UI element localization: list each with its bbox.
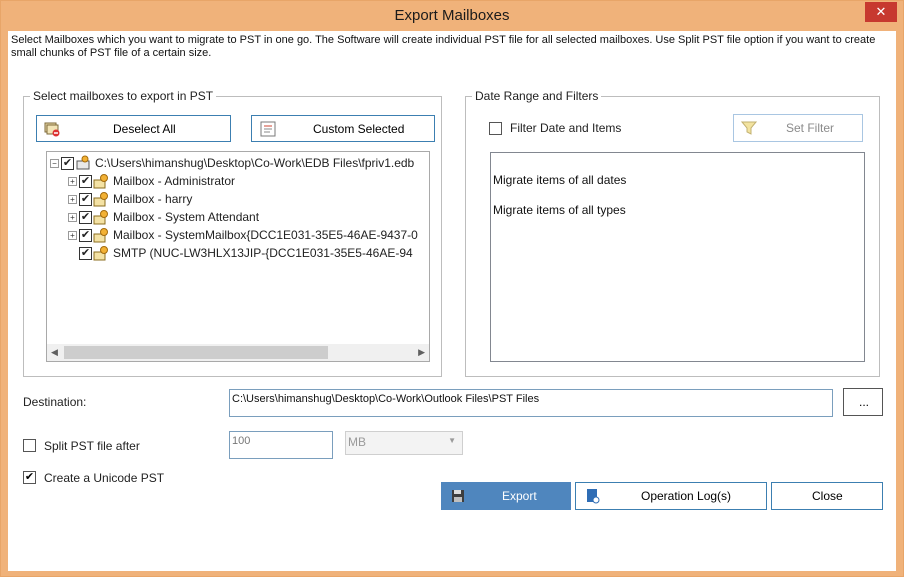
split-pst-label: Split PST file after <box>44 439 140 453</box>
set-filter-button[interactable]: Set Filter <box>733 114 863 142</box>
filter-date-checkbox[interactable] <box>489 122 502 135</box>
dialog-body: Select Mailboxes which you want to migra… <box>8 31 896 571</box>
filter-summary-dates: Migrate items of all dates <box>493 173 627 187</box>
root-checkbox[interactable]: ✔ <box>61 156 74 170</box>
expand-toggle[interactable]: + <box>68 194 77 204</box>
mailbox-user-icon <box>93 191 109 207</box>
mailbox-user-icon <box>93 173 109 189</box>
tree-item-row[interactable]: + ✔ Mailbox - Administrator <box>68 172 235 190</box>
chevron-down-icon: ▼ <box>448 436 456 445</box>
expand-toggle[interactable]: + <box>68 230 77 240</box>
set-filter-label: Set Filter <box>786 121 835 135</box>
scroll-right-icon[interactable]: ▶ <box>418 347 425 358</box>
date-range-filter-group: Date Range and Filters Filter Date and I… <box>465 89 880 377</box>
expand-toggle[interactable]: + <box>68 212 77 222</box>
filter-group-legend: Date Range and Filters <box>472 89 602 103</box>
filter-date-label: Filter Date and Items <box>510 121 622 135</box>
instructions-text: Select Mailboxes which you want to migra… <box>11 34 876 59</box>
mailbox-group-legend: Select mailboxes to export in PST <box>30 89 217 103</box>
scrollbar-thumb[interactable] <box>64 346 328 359</box>
horizontal-scrollbar[interactable]: ◀ ▶ <box>47 344 429 361</box>
database-icon <box>75 155 91 171</box>
tree-item-row[interactable]: ✔ SMTP (NUC-LW3HLX13JIP-{DCC1E031-35E5-46… <box>68 244 413 262</box>
tree-item-row[interactable]: + ✔ Mailbox - harry <box>68 190 192 208</box>
tree-item-row[interactable]: + ✔ Mailbox - System Attendant <box>68 208 259 226</box>
mailbox-checkbox[interactable]: ✔ <box>79 192 92 206</box>
list-icon <box>260 121 276 140</box>
mailbox-label: Mailbox - Administrator <box>113 174 236 188</box>
close-button[interactable]: Close <box>771 482 883 510</box>
deselect-all-button[interactable]: Deselect All <box>36 115 231 142</box>
browse-label: ... <box>859 395 870 409</box>
split-unit-value: MB <box>348 435 366 449</box>
custom-selected-button[interactable]: Custom Selected <box>251 115 435 142</box>
filter-summary-box: Migrate items of all dates Migrate items… <box>490 152 865 362</box>
mailbox-tree[interactable]: − ✔ C:\Users\himanshug\Desktop\Co-Work\E… <box>46 151 430 362</box>
floppy-disk-icon <box>451 489 465 506</box>
mailbox-label: SMTP (NUC-LW3HLX13JIP-{DCC1E031-35E5-46A… <box>113 246 413 260</box>
document-gear-icon <box>586 488 600 507</box>
split-size-input[interactable]: 100 <box>229 431 333 459</box>
mailbox-user-icon <box>93 209 109 225</box>
window-close-button[interactable]: ✕ <box>865 2 897 22</box>
tree-item-row[interactable]: + ✔ Mailbox - SystemMailbox{DCC1E031-35E5-… <box>68 226 418 244</box>
funnel-icon <box>740 120 758 139</box>
deselect-all-label: Deselect All <box>113 121 176 136</box>
destination-input[interactable]: C:\Users\himanshug\Desktop\Co-Work\Outlo… <box>229 389 833 417</box>
mailbox-checkbox[interactable]: ✔ <box>79 210 92 224</box>
window-title: Export Mailboxes <box>394 7 510 24</box>
mailbox-label: Mailbox - harry <box>113 192 193 206</box>
mailbox-remove-icon <box>44 121 60 140</box>
title-bar[interactable]: Export Mailboxes ✕ <box>1 1 903 31</box>
mailbox-selection-group: Select mailboxes to export in PST Desele… <box>23 89 442 377</box>
tree-root-row[interactable]: − ✔ C:\Users\himanshug\Desktop\Co-Work\E… <box>50 154 414 172</box>
mailbox-label: Mailbox - System Attendant <box>113 210 260 224</box>
expand-toggle[interactable]: + <box>68 176 77 186</box>
unicode-pst-label: Create a Unicode PST <box>44 471 165 485</box>
custom-selected-label: Custom Selected <box>313 121 405 136</box>
collapse-toggle[interactable]: − <box>50 158 59 168</box>
tree-root-label: C:\Users\himanshug\Desktop\Co-Work\EDB F… <box>95 156 415 170</box>
mailbox-label: Mailbox - SystemMailbox{DCC1E031-35E5-46… <box>113 228 418 242</box>
mailbox-checkbox[interactable]: ✔ <box>79 246 92 260</box>
export-label: Export <box>502 489 537 503</box>
unicode-pst-checkbox[interactable]: ✔ <box>23 471 36 484</box>
scroll-left-icon[interactable]: ◀ <box>51 347 58 358</box>
export-mailboxes-window: Export Mailboxes ✕ Select Mailboxes whic… <box>0 0 904 577</box>
split-pst-checkbox[interactable] <box>23 439 36 452</box>
operation-log-button[interactable]: Operation Log(s) <box>575 482 767 510</box>
split-unit-select[interactable]: MB ▼ <box>345 431 463 455</box>
mailbox-user-icon <box>93 245 109 261</box>
mailbox-checkbox[interactable]: ✔ <box>79 174 92 188</box>
destination-label: Destination: <box>23 395 87 409</box>
filter-summary-types: Migrate items of all types <box>493 203 626 217</box>
export-button[interactable]: Export <box>441 482 571 510</box>
browse-button[interactable]: ... <box>843 388 883 416</box>
mailbox-user-icon <box>93 227 109 243</box>
mailbox-checkbox[interactable]: ✔ <box>79 228 92 242</box>
close-label: Close <box>812 489 843 503</box>
operation-log-label: Operation Log(s) <box>641 489 732 503</box>
